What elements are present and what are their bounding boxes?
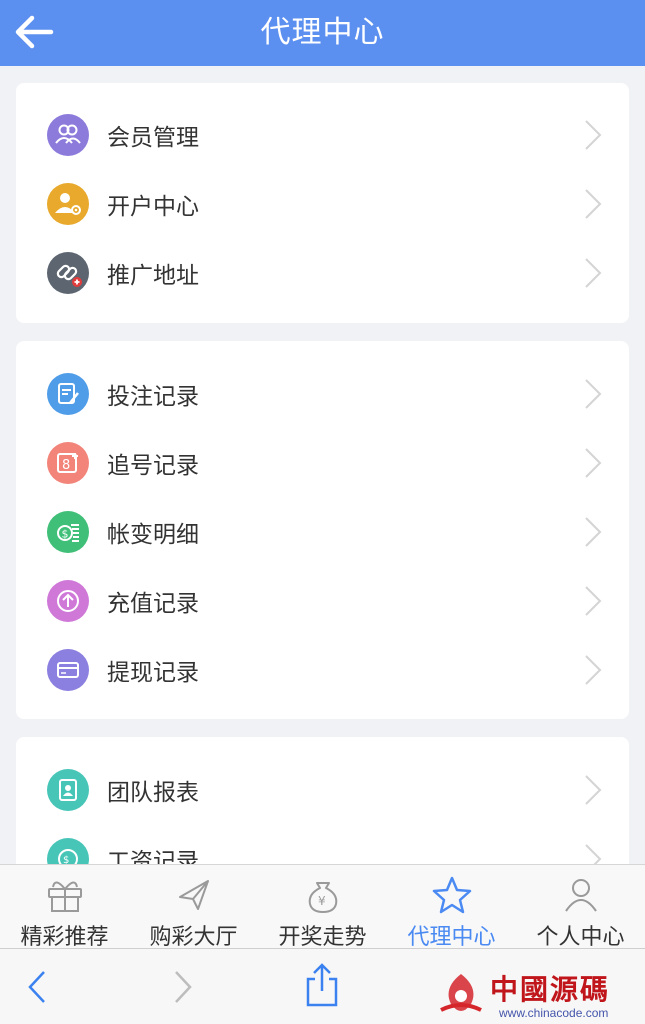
- chevron-right-icon: [585, 257, 602, 288]
- tab-agent-center[interactable]: 代理中心: [387, 865, 516, 950]
- menu-item-member-management[interactable]: 会员管理: [16, 100, 629, 169]
- app-header: 代理中心: [0, 0, 645, 66]
- menu-item-salary-records[interactable]: $ 工资记录: [16, 824, 629, 864]
- agent-menu-card: 会员管理 开户中心 推广地址: [16, 83, 629, 323]
- chevron-right-icon: [585, 843, 602, 864]
- tab-label: 代理中心: [407, 925, 496, 950]
- menu-item-label: 帐变明细: [107, 521, 199, 548]
- plane-icon: [178, 880, 209, 910]
- svg-text:$: $: [63, 855, 69, 865]
- menu-item-promo-link[interactable]: 推广地址: [16, 238, 629, 307]
- browser-forward-icon[interactable]: [172, 967, 194, 1007]
- menu-item-chase-records[interactable]: 8 追号记录: [16, 428, 629, 497]
- watermark-text: 中國源碼: [490, 973, 611, 1006]
- watermark-url: www.chinacode.com: [499, 1006, 609, 1020]
- up-arrow-icon: [47, 579, 89, 622]
- tab-label: 个人中心: [536, 925, 625, 950]
- tab-featured[interactable]: 精彩推荐: [0, 865, 129, 950]
- card-icon: [47, 648, 89, 691]
- menu-item-label: 提现记录: [107, 659, 199, 686]
- menu-item-label: 追号记录: [107, 452, 199, 479]
- menu-item-open-account[interactable]: 开户中心: [16, 169, 629, 238]
- number-plus-icon: 8: [47, 441, 89, 484]
- records-menu-card: 投注记录 8 追号记录 $ 帐变明细 充值记录 提现记录: [16, 341, 629, 719]
- menu-item-label: 工资记录: [107, 848, 199, 865]
- team-menu-card: 团队报表 $ 工资记录: [16, 737, 629, 864]
- svg-text:8: 8: [62, 458, 70, 473]
- menu-item-recharge-records[interactable]: 充值记录: [16, 566, 629, 635]
- share-icon[interactable]: [302, 961, 342, 1009]
- report-icon: [47, 768, 89, 811]
- chevron-right-icon: [585, 378, 602, 409]
- bottom-tab-bar: 精彩推荐 购彩大厅 ¥ 开奖走势 代理中心 个人中心: [0, 864, 645, 950]
- tab-label: 精彩推荐: [20, 925, 109, 950]
- watermark: 中國源碼 www.chinacode.com: [435, 966, 635, 1022]
- star-icon: [432, 876, 471, 914]
- menu-item-label: 投注记录: [107, 383, 199, 410]
- tab-label: 购彩大厅: [149, 925, 238, 950]
- chevron-right-icon: [585, 774, 602, 805]
- menu-item-label: 团队报表: [107, 779, 199, 806]
- chevron-right-icon: [585, 119, 602, 150]
- menu-item-bet-records[interactable]: 投注记录: [16, 359, 629, 428]
- tab-label: 开奖走势: [278, 925, 367, 950]
- edit-icon: [47, 372, 89, 415]
- menu-item-account-changes[interactable]: $ 帐变明细: [16, 497, 629, 566]
- chevron-right-icon: [585, 516, 602, 547]
- tab-lottery-hall[interactable]: 购彩大厅: [129, 865, 258, 950]
- menu-item-label: 会员管理: [107, 124, 199, 151]
- menu-item-withdraw-records[interactable]: 提现记录: [16, 635, 629, 704]
- browser-back-icon[interactable]: [26, 967, 48, 1007]
- watermark-logo-icon: [440, 974, 482, 1012]
- menu-item-label: 开户中心: [107, 193, 199, 220]
- members-icon: [47, 113, 89, 156]
- menu-item-label: 推广地址: [107, 262, 199, 289]
- link-icon: [47, 251, 89, 294]
- chevron-right-icon: [585, 447, 602, 478]
- person-icon: [564, 879, 597, 912]
- menu-list[interactable]: 会员管理 开户中心 推广地址 投注记录 8 追号记录 $ 帐变明细 充值记录 提…: [0, 66, 645, 864]
- money-bag-icon: ¥: [308, 882, 337, 913]
- svg-text:¥: ¥: [318, 894, 326, 908]
- money-icon: $: [47, 510, 89, 553]
- gift-icon: [47, 881, 82, 912]
- menu-item-team-report[interactable]: 团队报表: [16, 755, 629, 824]
- menu-item-label: 充值记录: [107, 590, 199, 617]
- page-title: 代理中心: [260, 15, 385, 50]
- chevron-right-icon: [585, 654, 602, 685]
- tab-personal-center[interactable]: 个人中心: [516, 865, 645, 950]
- tab-draw-trends[interactable]: ¥ 开奖走势: [258, 865, 387, 950]
- chevron-right-icon: [585, 585, 602, 616]
- salary-icon: $: [47, 837, 89, 865]
- svg-text:$: $: [62, 527, 69, 540]
- add-user-icon: [47, 182, 89, 225]
- chevron-right-icon: [585, 188, 602, 219]
